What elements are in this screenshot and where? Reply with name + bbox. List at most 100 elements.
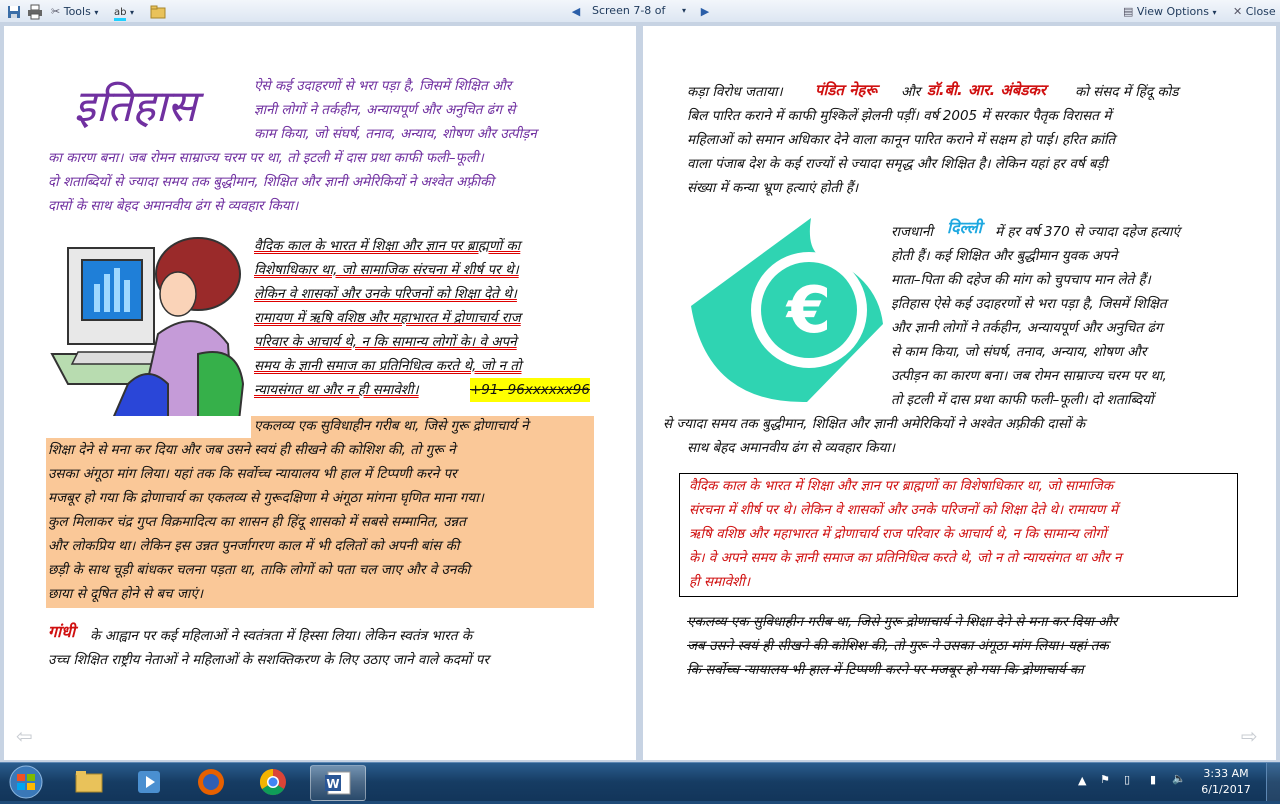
body-line: कड़ा विरोध जताया। — [687, 84, 783, 100]
orange-line: छड़ी के साथ चूड़ी बांधकर चलना पड़ता था, … — [48, 562, 471, 578]
close-button[interactable]: ✕ Close — [1232, 3, 1280, 21]
view-options-menu[interactable]: ▤ View Options ▾ — [1122, 3, 1228, 21]
orange-line: एकलव्य एक सुविधाहीन गरीब था, जिसे गुरू द… — [254, 418, 529, 434]
triangle-left-icon: ◀ — [571, 5, 581, 18]
dropdown-arrow-icon: ▾ — [129, 8, 134, 17]
taskbar-media-player[interactable] — [122, 765, 176, 799]
reading-area: इतिहास ऐसे कई उदाहरणों से भरा पड़ा है, ज… — [0, 22, 1280, 762]
power-icon[interactable]: ▯ — [1124, 773, 1130, 786]
svg-text:W: W — [326, 777, 339, 791]
body-line: से काम किया, जो संघर्ष, तनाव, अन्याय, शो… — [891, 344, 1147, 360]
view-options-label: View Options — [1136, 5, 1209, 18]
folder-icon — [75, 771, 103, 793]
taskbar-word[interactable]: W — [310, 765, 366, 801]
intro-line: काम किया, जो संघर्ष, तनाव, अन्याय, शोषण … — [254, 126, 537, 142]
orange-line: कुल मिलाकर चंद्र गुप्त विक्रमादित्य का श… — [48, 514, 466, 530]
windows-logo-icon — [9, 765, 43, 799]
underlined-line: विशेषाधिकार था, जो सामाजिक संरचना में शी… — [254, 262, 519, 278]
boxed-line: संरचना में शीर्ष पर थे। लेकिन वे शासकों … — [689, 502, 1118, 518]
nehru-name: पंडित नेहरू — [815, 81, 878, 99]
highlighter-icon: ab — [114, 7, 127, 21]
orange-block-notch — [46, 416, 251, 438]
next-page-arrow-icon[interactable]: ⇨ — [1241, 724, 1258, 748]
body-line: से ज्यादा समय तक बुद्धीमान, शिक्षित और ज… — [663, 416, 1086, 432]
dropdown-arrow-icon: ▾ — [94, 8, 99, 17]
clock-time: 3:33 AM — [1203, 767, 1249, 780]
computer-user-clipart — [50, 237, 245, 430]
boxed-line: ऋषि वशिष्ठ और महाभारत में द्रोणाचार्य रा… — [689, 526, 1107, 542]
body-line: वाला पंजाब देश के कई राज्यों से ज्यादा स… — [687, 156, 1108, 172]
word-icon: W — [325, 771, 351, 795]
left-page[interactable]: इतिहास ऐसे कई उदाहरणों से भरा पड़ा है, ज… — [4, 26, 636, 760]
screen-indicator[interactable]: Screen 7-8 of 12 — [592, 3, 682, 33]
intro-line: दासों के साथ बेहद अमानवीय ढंग से व्यवहार… — [48, 198, 299, 214]
orange-line: शिक्षा देने से मना कर दिया और जब उसने स्… — [48, 442, 456, 458]
underlined-line: वैदिक काल के भारत में शिक्षा और ज्ञान पर… — [254, 238, 521, 254]
printer-icon — [28, 4, 42, 20]
volume-icon[interactable]: 🔈 — [1172, 772, 1186, 785]
taskbar-chrome[interactable] — [246, 765, 300, 799]
underlined-line: रामायण में ऋषि वशिष्ठ और महाभारत में द्र… — [254, 310, 521, 326]
intro-line: का कारण बना। जब रोमन साम्राज्य चरम पर था… — [48, 150, 484, 166]
start-button[interactable] — [6, 764, 46, 800]
highlighted-phone: +91- 96xxxxxx96 — [470, 378, 590, 402]
media-player-icon — [138, 771, 160, 793]
body-line: तो इटली में दास प्रथा काफी फली–फूली। दो … — [891, 392, 1154, 408]
body-line: को संसद में हिंदू कोड — [1075, 84, 1179, 100]
body-line: और — [901, 84, 921, 100]
intro-line: ऐसे कई उदाहरणों से भरा पड़ा है, जिसमें श… — [254, 78, 512, 94]
show-desktop-button[interactable] — [1266, 763, 1280, 801]
body-line: माता–पिता की दहेज की मांग को चुपचाप मान … — [891, 272, 1151, 288]
orange-line: छाया से दूषित होने से बच जाएं। — [48, 586, 203, 602]
view-options-icon: ▤ — [1123, 5, 1134, 18]
gandhi-word: गांधी — [48, 622, 76, 641]
boxed-line: वैदिक काल के भारत में शिक्षा और ज्ञान पर… — [689, 478, 1114, 494]
body-line: इतिहास ऐसे कई उदाहरणों से भरा पड़ा है, ज… — [891, 296, 1167, 312]
underlined-line: समय के ज्ञानी समाज का प्रतिनिधित्व करते … — [254, 358, 522, 374]
right-page[interactable]: कड़ा विरोध जताया। पंडित नेहरू और डॉ.बी. … — [643, 26, 1276, 760]
taskbar-clock[interactable]: 3:33 AM 6/1/2017 — [1198, 767, 1254, 796]
orange-line: उसका अंगूठा मांग लिया। यहां तक कि सर्वोच… — [48, 466, 457, 482]
euro-graphic: € — [691, 218, 883, 403]
firefox-icon — [198, 769, 224, 795]
taskbar-firefox[interactable] — [184, 765, 238, 799]
orange-line: मजबूर हो गया कि द्रोणाचार्य का एकलव्य से… — [48, 490, 484, 506]
comment-button[interactable] — [149, 3, 167, 21]
body-line: होती हैं। कई शिक्षित और बुद्धीमान युवक अ… — [891, 248, 1118, 264]
wrench-icon: ✂ — [51, 5, 61, 18]
underlined-line: लेकिन वे शासकों और उनके परिजनों को शिक्ष… — [254, 286, 517, 302]
body-line: संख्या में कन्या भ्रूण हत्याएं होती हैं। — [687, 180, 859, 196]
previous-screen-button[interactable]: ◀ — [568, 3, 584, 21]
gandhi-line: के आह्वान पर कई महिलाओं ने स्वतंत्रता मे… — [90, 628, 473, 644]
body-line: साथ बेहद अमानवीय ढंग से व्यवहार किया। — [687, 440, 896, 456]
strikethrough-line: एकलव्य एक सुविधाहीन गरीब था, जिसे गुरू द… — [687, 614, 1118, 630]
chrome-icon — [259, 768, 286, 796]
print-button[interactable] — [26, 3, 44, 21]
network-icon[interactable]: ▮ — [1150, 773, 1156, 786]
body-line: महिलाओं को समान अधिकार देने वाला कानून प… — [687, 132, 1116, 148]
body-line: बिल पारित कराने में काफी मुश्किलें झेलनी… — [687, 108, 1112, 124]
intro-line: ज्ञानी लोगों ने तर्कहीन, अन्यायपूर्ण और … — [254, 102, 516, 118]
close-icon: ✕ — [1233, 5, 1243, 18]
action-center-icon[interactable]: ⚑ — [1100, 773, 1110, 786]
tools-menu[interactable]: ✂ Tools ▾ — [50, 3, 110, 21]
underlined-line: न्यायसंगत था और न ही समावेशी। — [254, 382, 419, 398]
svg-text:€: € — [785, 274, 832, 348]
taskbar-explorer[interactable] — [62, 765, 116, 799]
previous-page-arrow-icon[interactable]: ⇦ — [16, 724, 33, 748]
next-screen-button[interactable]: ▶ — [697, 3, 713, 21]
windows-taskbar: W ▲ ⚑ ▯ ▮ 🔈 3:33 AM 6/1/2017 — [0, 762, 1280, 801]
ambedkar-name: डॉ.बी. आर. अंबेडकर — [927, 81, 1047, 99]
tools-label: Tools — [63, 5, 91, 18]
folder-icon — [150, 5, 166, 19]
show-hidden-icons-button[interactable]: ▲ — [1078, 774, 1086, 787]
body-line: राजधानी — [891, 224, 933, 240]
intro-line: दो शताब्दियों से ज्यादा समय तक बुद्धीमान… — [48, 174, 495, 190]
delhi-word: दिल्ली — [947, 218, 982, 237]
highlight-button[interactable]: ab ▾ — [113, 3, 145, 21]
boxed-line: ही समावेशी। — [689, 574, 750, 590]
save-button[interactable] — [5, 3, 23, 21]
screen-dropdown-icon[interactable]: ▾ — [682, 3, 686, 19]
boxed-line: के। वे अपने समय के ज्ञानी समाज का प्रतिन… — [689, 550, 1122, 566]
strikethrough-line: जब उसने स्वयं ही सीखने की कोशिश की, तो ग… — [687, 638, 1109, 654]
